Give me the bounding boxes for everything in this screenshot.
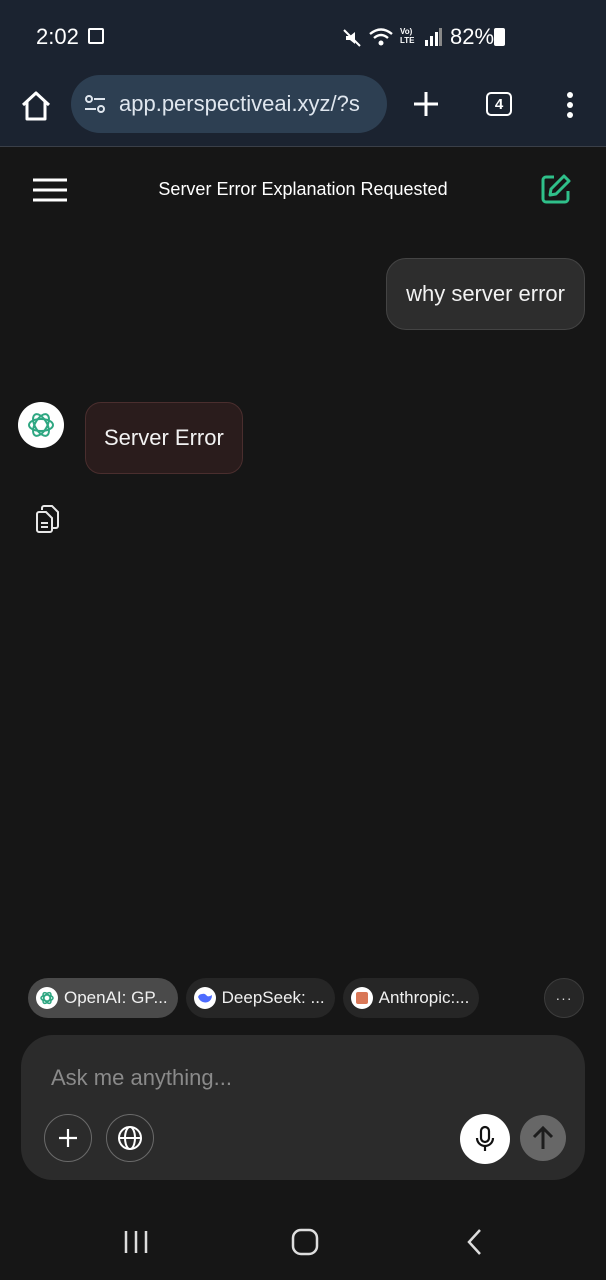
more-models-button[interactable]: ··· — [544, 978, 584, 1018]
user-message: why server error — [386, 258, 585, 330]
gallery-icon — [88, 28, 104, 44]
status-bar: 2:02 Vo) LTE 82% — [0, 0, 606, 72]
attach-button[interactable] — [44, 1114, 92, 1162]
battery-icon — [494, 28, 505, 46]
microphone-icon — [475, 1125, 495, 1151]
battery-percent: 82% — [450, 24, 495, 49]
openai-logo-icon — [28, 413, 54, 437]
model-chip-deepseek[interactable]: DeepSeek: ... — [185, 978, 335, 1018]
deepseek-icon — [193, 987, 216, 1009]
signal-icon — [425, 28, 442, 46]
composer — [21, 1035, 585, 1180]
model-selector: OpenAI: GP... DeepSeek: ... Anthropic:..… — [28, 978, 480, 1018]
home-nav-button[interactable] — [285, 1222, 325, 1262]
anthropic-icon — [350, 987, 373, 1009]
openai-icon — [36, 987, 58, 1009]
openai-avatar-icon — [18, 402, 64, 448]
more-vert-icon[interactable] — [560, 90, 580, 120]
home-icon[interactable] — [18, 88, 54, 124]
assistant-error-message: Server Error — [85, 402, 243, 474]
voice-input-button[interactable] — [460, 1114, 510, 1164]
copy-icon[interactable] — [34, 504, 60, 534]
site-settings-icon[interactable] — [83, 92, 107, 116]
status-time: 2:02 — [36, 24, 79, 49]
back-chevron-icon — [467, 1229, 481, 1255]
recent-apps-button[interactable] — [116, 1222, 156, 1262]
url-text[interactable]: app.perspectiveai.xyz/?s — [119, 91, 379, 117]
arrow-up-icon — [532, 1125, 554, 1149]
new-tab-icon[interactable] — [410, 88, 442, 120]
send-button[interactable] — [520, 1115, 566, 1161]
app-header: Server Error Explanation Requested — [0, 147, 606, 231]
new-chat-edit-icon[interactable] — [538, 171, 574, 207]
model-chip-anthropic[interactable]: Anthropic:... — [342, 978, 480, 1018]
globe-icon — [118, 1126, 142, 1150]
home-circle-icon — [291, 1228, 319, 1256]
address-bar[interactable]: app.perspectiveai.xyz/?s — [71, 75, 387, 133]
model-chip-label: OpenAI: GP... — [64, 988, 168, 1007]
page-title: Server Error Explanation Requested — [158, 179, 448, 199]
model-chip-label: DeepSeek: ... — [221, 988, 325, 1007]
system-nav-bar — [0, 1200, 606, 1280]
web-search-button[interactable] — [106, 1114, 154, 1162]
model-chip-label: Anthropic:... — [378, 988, 470, 1007]
plus-icon — [59, 1129, 77, 1147]
message-input[interactable] — [49, 1057, 533, 1099]
wifi-icon — [369, 28, 393, 46]
browser-toolbar: app.perspectiveai.xyz/?s 4 — [0, 72, 606, 147]
back-button[interactable] — [455, 1222, 495, 1262]
model-chip-openai[interactable]: OpenAI: GP... — [28, 978, 178, 1018]
tab-switcher-button[interactable]: 4 — [486, 92, 512, 116]
volte-icon: Vo) LTE — [400, 27, 415, 45]
mute-icon — [343, 29, 361, 47]
recents-icon — [124, 1231, 148, 1253]
